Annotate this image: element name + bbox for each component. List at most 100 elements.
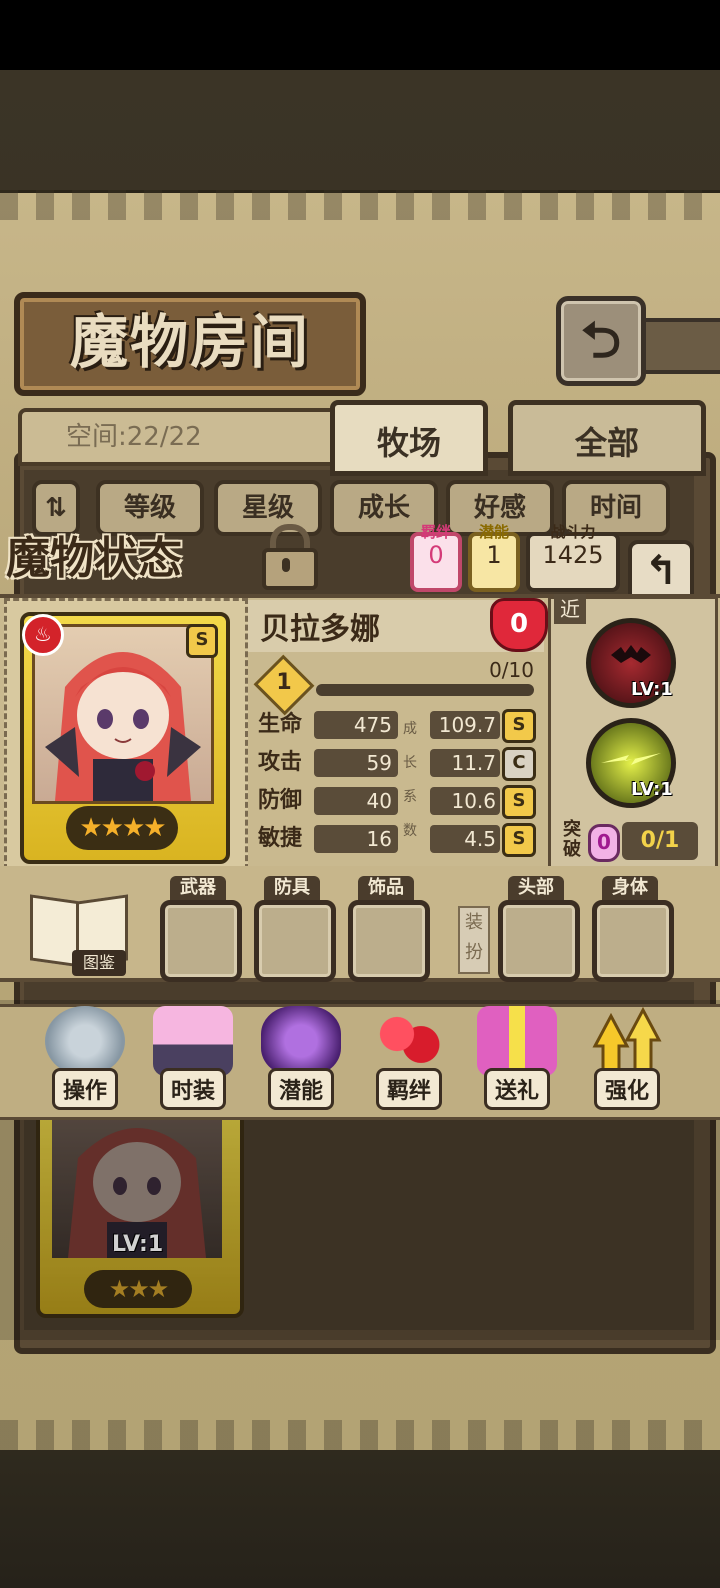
gift-button[interactable]: 送礼 xyxy=(474,1006,560,1110)
page-title: 魔物房间 xyxy=(69,308,310,376)
hearts-icon xyxy=(369,1006,449,1076)
upgrade-arrows-icon xyxy=(587,1006,667,1076)
potential-value: 1 xyxy=(486,541,502,569)
affection-heart-icon: 0 xyxy=(490,598,548,652)
codex-label[interactable]: 图鉴 xyxy=(72,950,126,976)
growth-char: 成 xyxy=(403,721,417,737)
tab-ranch[interactable]: 牧场 xyxy=(330,400,488,476)
status-title: 魔物状态 xyxy=(6,522,246,588)
slot-label-accessory: 饰品 xyxy=(358,876,414,900)
tab-all[interactable]: 全部 xyxy=(508,400,706,476)
page-title-plate: 魔物房间 xyxy=(14,292,366,396)
growth-value-hp: 109.7 xyxy=(430,711,500,739)
growth-char: 数 xyxy=(403,823,417,839)
bond-value: 0 xyxy=(428,541,444,569)
dress-char: 扮 xyxy=(465,942,483,963)
stat-label-def: 防御 xyxy=(258,788,303,813)
game-background-bottom xyxy=(0,1450,720,1588)
growth-char: 长 xyxy=(403,755,417,771)
return-arrow-icon: ↰ xyxy=(644,548,678,594)
breakthrough-char: 突 xyxy=(563,819,581,840)
level-value: 1 xyxy=(276,670,292,695)
action-label: 操作 xyxy=(51,1068,118,1110)
growth-char: 系 xyxy=(403,789,417,805)
back-button[interactable]: ⮌ xyxy=(556,296,646,386)
breakthrough-char: 破 xyxy=(563,839,581,860)
stat-value-hp: 475 xyxy=(314,711,398,739)
action-label: 送礼 xyxy=(483,1068,550,1110)
slot-label-armor: 防具 xyxy=(264,876,320,900)
action-label: 强化 xyxy=(593,1068,660,1110)
header-back-bar xyxy=(636,318,720,374)
skill-level: LV:1 xyxy=(631,779,673,800)
growth-coefficient-label: 成 长 系 数 xyxy=(398,712,422,852)
power-label: 战斗力 xyxy=(550,523,596,541)
action-label: 潜能 xyxy=(267,1068,334,1110)
stat-label-agi: 敏捷 xyxy=(258,826,303,851)
torn-edge-bottom xyxy=(0,1420,720,1450)
dress-up-label: 装 扮 xyxy=(458,906,490,974)
stat-label-hp: 生命 xyxy=(258,712,303,737)
action-label: 羁绊 xyxy=(375,1068,442,1110)
status-title-text: 魔物状态 xyxy=(6,533,182,584)
gift-icon xyxy=(477,1006,557,1076)
fire-element-icon: ♨ xyxy=(22,614,64,656)
accessory-slot[interactable] xyxy=(348,900,430,982)
torn-edge-top xyxy=(0,190,720,220)
lock-icon[interactable] xyxy=(258,524,318,590)
head-slot[interactable] xyxy=(498,900,580,982)
grade-atk: C xyxy=(502,747,536,781)
bond-stat: 羁绊 0 xyxy=(410,524,462,592)
potential-button[interactable]: 潜能 xyxy=(258,1006,344,1110)
potential-stat: 潜能 1 xyxy=(468,524,520,592)
rank-badge: S xyxy=(186,624,218,658)
affection-value: 0 xyxy=(509,609,529,639)
body-slot[interactable] xyxy=(592,900,674,982)
range-tag: 近 xyxy=(554,594,586,624)
slot-label-body: 身体 xyxy=(602,876,658,900)
sort-order-icon: ⇅ xyxy=(45,493,67,523)
gear-icon xyxy=(45,1006,125,1076)
growth-value-atk: 11.7 xyxy=(430,749,500,777)
weapon-slot[interactable] xyxy=(160,900,242,982)
power-stat: 战斗力 1425 xyxy=(526,524,620,592)
growth-value-agi: 4.5 xyxy=(430,825,500,853)
bat-skill-icon[interactable]: LV:1 xyxy=(586,618,676,708)
stat-label-atk: 攻击 xyxy=(258,750,303,775)
space-label: 空间:22/22 xyxy=(66,422,202,452)
operate-button[interactable]: 操作 xyxy=(42,1006,128,1110)
breakthrough-progress: 0/1 xyxy=(622,822,698,860)
star-rating: ★★★★ xyxy=(66,806,178,850)
lightning-skill-icon[interactable]: LV:1 xyxy=(586,718,676,808)
exp-bar xyxy=(316,684,534,696)
stat-value-def: 40 xyxy=(314,787,398,815)
demon-potential-icon xyxy=(261,1006,341,1076)
action-label: 时装 xyxy=(159,1068,226,1110)
armor-slot[interactable] xyxy=(254,900,336,982)
bond-button[interactable]: 羁绊 xyxy=(366,1006,452,1110)
breakthrough-label: 突 破 xyxy=(560,820,584,860)
breakthrough-gem-icon: 0 xyxy=(588,824,620,862)
slot-label-weapon: 武器 xyxy=(170,876,226,900)
grade-hp: S xyxy=(502,709,536,743)
outfit-icon xyxy=(153,1006,233,1076)
skill-level: LV:1 xyxy=(631,679,673,700)
bond-label: 羁绊 xyxy=(420,523,451,541)
potential-label: 潜能 xyxy=(478,523,509,541)
enhance-button[interactable]: 强化 xyxy=(584,1006,670,1110)
monster-name: 贝拉多娜 xyxy=(260,612,380,647)
outfit-button[interactable]: 时装 xyxy=(150,1006,236,1110)
room-card-stars: ★★★ xyxy=(84,1270,192,1308)
dress-char: 装 xyxy=(465,912,483,933)
room-card-level: LV:1 xyxy=(112,1232,164,1257)
return-arrow-icon: ⮌ xyxy=(580,311,622,369)
stat-value-agi: 16 xyxy=(314,825,398,853)
power-value: 1425 xyxy=(542,541,604,569)
stat-value-atk: 59 xyxy=(314,749,398,777)
exp-text: 0/10 xyxy=(489,658,534,682)
grade-agi: S xyxy=(502,823,536,857)
grade-def: S xyxy=(502,785,536,819)
slot-label-head: 头部 xyxy=(508,876,564,900)
growth-value-def: 10.6 xyxy=(430,787,500,815)
space-indicator: 空间:22/22 xyxy=(18,408,338,466)
